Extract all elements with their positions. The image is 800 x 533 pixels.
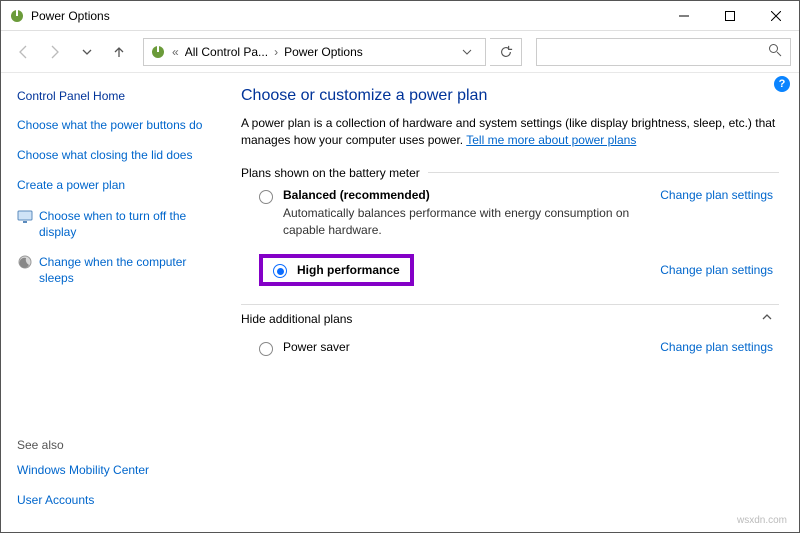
- change-plan-settings-link[interactable]: Change plan settings: [660, 188, 773, 202]
- learn-more-link[interactable]: Tell me more about power plans: [466, 133, 636, 147]
- search-icon: [768, 43, 782, 60]
- search-box[interactable]: [536, 38, 791, 66]
- sidebar-link[interactable]: Windows Mobility Center: [17, 462, 217, 478]
- window-controls: [661, 1, 799, 31]
- titlebar: Power Options: [1, 1, 799, 31]
- plans-group-legend: Plans shown on the battery meter: [241, 166, 428, 180]
- sidebar-link[interactable]: Choose when to turn off the display: [39, 208, 217, 240]
- power-options-icon: [150, 44, 166, 60]
- plan-description: Automatically balances performance with …: [283, 205, 650, 239]
- recent-dropdown[interactable]: [73, 38, 101, 66]
- minimize-button[interactable]: [661, 1, 707, 31]
- page-heading: Choose or customize a power plan: [241, 87, 779, 105]
- window-title: Power Options: [31, 9, 661, 23]
- change-plan-settings-link[interactable]: Change plan settings: [660, 340, 773, 354]
- plan-power-saver[interactable]: Power saver Change plan settings: [241, 332, 779, 364]
- chevron-right-icon: ›: [274, 45, 278, 59]
- up-button[interactable]: [105, 38, 133, 66]
- sidebar: Control Panel Home Choose what the power…: [1, 73, 227, 532]
- control-panel-home-link[interactable]: Control Panel Home: [17, 89, 217, 103]
- radio-icon[interactable]: [259, 342, 273, 356]
- plan-high-performance[interactable]: High performance Change plan settings: [241, 246, 779, 294]
- watermark: wsxdn.com: [737, 515, 787, 526]
- main-panel: Choose or customize a power plan A power…: [227, 73, 799, 532]
- display-icon: [17, 208, 33, 224]
- sidebar-link[interactable]: Choose what closing the lid does: [17, 147, 217, 163]
- plan-balanced[interactable]: Balanced (recommended) Automatically bal…: [241, 180, 779, 247]
- forward-button[interactable]: [41, 38, 69, 66]
- breadcrumb-back[interactable]: «: [172, 45, 179, 59]
- nav-toolbar: « All Control Pa... › Power Options: [1, 31, 799, 73]
- sidebar-link[interactable]: User Accounts: [17, 492, 217, 508]
- power-options-icon: [9, 8, 25, 24]
- refresh-button[interactable]: [490, 38, 522, 66]
- sleep-icon: [17, 254, 33, 270]
- sidebar-link[interactable]: Choose what the power buttons do: [17, 117, 217, 133]
- radio-icon[interactable]: [259, 190, 273, 204]
- see-also-heading: See also: [17, 438, 217, 452]
- sidebar-link[interactable]: Create a power plan: [17, 177, 217, 193]
- back-button[interactable]: [9, 38, 37, 66]
- radio-icon[interactable]: [273, 264, 287, 278]
- plan-name: High performance: [297, 263, 400, 277]
- hide-additional-plans-toggle[interactable]: Hide additional plans: [241, 304, 779, 332]
- sidebar-link[interactable]: Change when the computer sleeps: [39, 254, 217, 286]
- chevron-up-icon: [761, 311, 773, 326]
- plan-name: Power saver: [283, 340, 650, 354]
- maximize-button[interactable]: [707, 1, 753, 31]
- highlight-box: High performance: [259, 254, 414, 286]
- close-button[interactable]: [753, 1, 799, 31]
- breadcrumb-item[interactable]: Power Options: [284, 45, 363, 59]
- plans-group: Plans shown on the battery meter Balance…: [241, 166, 779, 295]
- breadcrumb-item[interactable]: All Control Pa...: [185, 45, 268, 59]
- plan-name: Balanced (recommended): [283, 188, 650, 202]
- page-description: A power plan is a collection of hardware…: [241, 115, 779, 150]
- address-dropdown[interactable]: [455, 46, 479, 58]
- change-plan-settings-link[interactable]: Change plan settings: [660, 263, 773, 277]
- address-bar[interactable]: « All Control Pa... › Power Options: [143, 38, 486, 66]
